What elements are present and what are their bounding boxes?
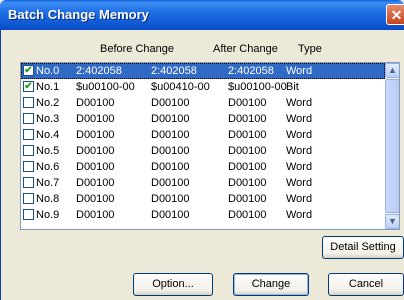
row-current-value: $u00100-00 [228,81,287,93]
change-button[interactable]: Change [233,273,309,296]
row-after-value: $u00410-00 [151,81,210,93]
row-current-value: 2:402058 [228,65,274,77]
row-after-value: D00100 [151,113,190,125]
row-checkbox[interactable]: ✔ [23,65,34,76]
row-checkbox[interactable] [23,161,34,172]
row-checkbox[interactable] [23,97,34,108]
title-bar: Batch Change Memory ✕ [0,0,404,30]
row-before-value: D00100 [76,193,115,205]
row-before-value: D00100 [76,161,115,173]
list-item[interactable]: ✔ No.0 2:402058 2:402058 2:402058 Word [21,63,385,79]
memory-rows: ✔ No.0 2:402058 2:402058 2:402058 Word ✔ No.1 $u… [21,63,385,223]
row-number: No.2 [36,97,60,109]
list-item[interactable]: No.5 D00100 D00100 D00100 Word [21,143,385,159]
row-checkbox[interactable] [23,177,34,188]
row-after-value: D00100 [151,145,190,157]
close-icon: ✕ [390,7,403,23]
row-before-value: $u00100-00 [76,81,135,93]
row-number: No.7 [36,177,60,189]
row-checkbox[interactable] [23,145,34,156]
list-item[interactable]: No.2 D00100 D00100 D00100 Word [21,95,385,111]
row-type: Word [286,97,313,109]
row-before-value: D00100 [76,97,115,109]
row-current-value: D00100 [228,161,267,173]
row-after-value: 2:402058 [151,65,197,77]
list-item[interactable]: No.4 D00100 D00100 D00100 Word [21,127,385,143]
row-current-value: D00100 [228,145,267,157]
row-number: No.0 [36,65,60,77]
list-item[interactable]: No.7 D00100 D00100 D00100 Word [21,175,385,191]
detail-setting-button[interactable]: Detail Setting [322,236,404,259]
list-item[interactable]: ✔ No.1 $u00100-00 $u00410-00 $u00100-00 Bit [21,79,385,95]
row-before-value: D00100 [76,113,115,125]
column-header-type: Type [298,43,322,55]
row-checkbox[interactable] [23,193,34,204]
row-type: Word [286,177,313,189]
row-number: No.5 [36,145,60,157]
row-type: Word [286,161,313,173]
row-checkbox[interactable] [23,209,34,220]
row-after-value: D00100 [151,129,190,141]
row-current-value: D00100 [228,209,267,221]
row-number: No.3 [36,113,60,125]
row-before-value: D00100 [76,129,115,141]
row-current-value: D00100 [228,193,267,205]
row-after-value: D00100 [151,193,190,205]
cancel-button[interactable]: Cancel [328,273,404,296]
row-before-value: 2:402058 [76,65,122,77]
row-before-value: D00100 [76,145,115,157]
row-current-value: D00100 [228,177,267,189]
row-number: No.4 [36,129,60,141]
row-type: Word [286,145,313,157]
row-after-value: D00100 [151,209,190,221]
row-type: Word [286,193,313,205]
row-checkbox[interactable] [23,113,34,124]
list-item[interactable]: No.6 D00100 D00100 D00100 Word [21,159,385,175]
list-item[interactable]: No.3 D00100 D00100 D00100 Word [21,111,385,127]
row-checkbox[interactable]: ✔ [23,81,34,92]
close-button[interactable]: ✕ [386,4,404,25]
option-button[interactable]: Option... [133,273,213,296]
chevron-down-icon[interactable]: ▼ [385,214,399,229]
row-number: No.9 [36,209,60,221]
column-header-before: Before Change [100,43,174,55]
memory-list[interactable]: ✔ No.0 2:402058 2:402058 2:402058 Word ✔ No.1 $u… [20,62,400,230]
row-after-value: D00100 [151,97,190,109]
row-after-value: D00100 [151,161,190,173]
chevron-up-icon[interactable]: ▲ [385,63,399,78]
list-item[interactable]: No.8 D00100 D00100 D00100 Word [21,191,385,207]
row-current-value: D00100 [228,113,267,125]
row-type: Word [286,113,313,125]
row-number: No.6 [36,161,60,173]
row-number: No.1 [36,81,60,93]
row-number: No.8 [36,193,60,205]
row-type: Word [286,65,313,77]
row-type: Word [286,129,313,141]
row-type: Word [286,209,313,221]
row-after-value: D00100 [151,177,190,189]
row-before-value: D00100 [76,209,115,221]
column-header-after: After Change [213,43,278,55]
row-current-value: D00100 [228,97,267,109]
row-type: Bit [286,81,299,93]
list-item[interactable]: No.9 D00100 D00100 D00100 Word [21,207,385,223]
vertical-scrollbar[interactable]: ▲ ▼ [385,63,399,229]
window-title: Batch Change Memory [8,7,149,22]
scrollbar-thumb[interactable] [385,79,399,213]
row-before-value: D00100 [76,177,115,189]
row-checkbox[interactable] [23,129,34,140]
row-current-value: D00100 [228,129,267,141]
